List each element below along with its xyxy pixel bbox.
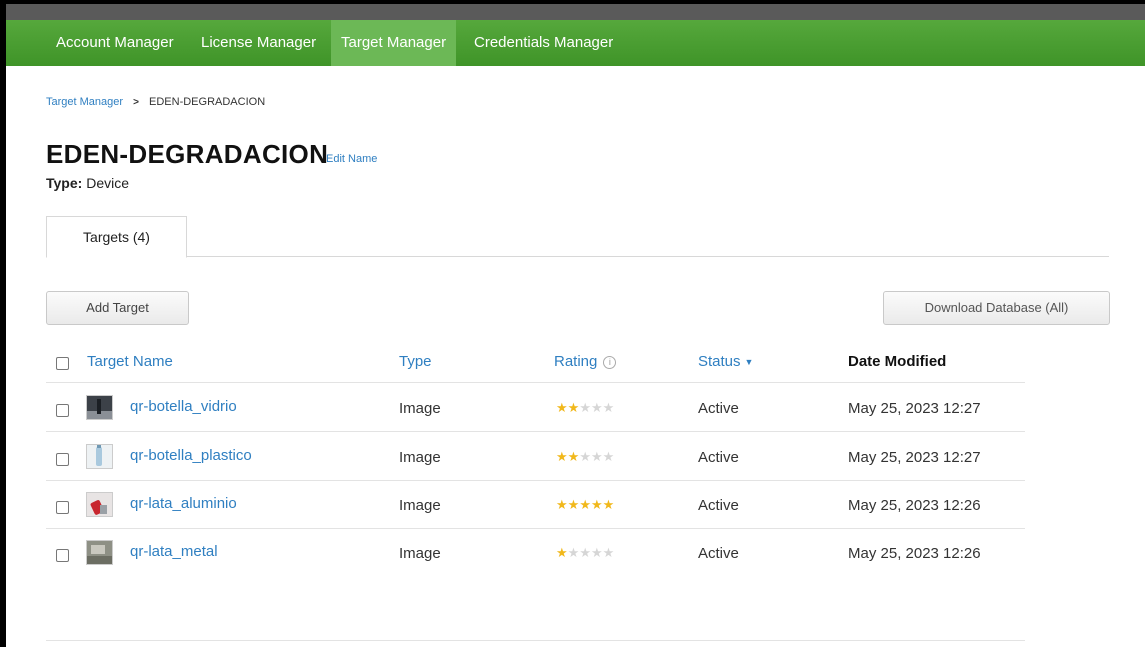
- status-text: Active: [698, 497, 739, 514]
- rating-stars: ★★★★★: [556, 545, 614, 561]
- thumbnail-plastic-bottle[interactable]: [86, 444, 113, 469]
- column-type[interactable]: Type: [399, 353, 432, 370]
- column-target-name[interactable]: Target Name: [87, 353, 173, 370]
- thumbnail-glass-bottle[interactable]: [86, 395, 113, 420]
- type-label: Type:: [46, 175, 83, 191]
- star-empty-icon: ★: [579, 400, 591, 415]
- page-title: EDEN-DEGRADACION: [46, 139, 329, 169]
- column-status-label: Status: [698, 353, 741, 370]
- star-filled-icon: ★: [579, 497, 591, 512]
- thumbnail-aluminum-can[interactable]: [86, 492, 113, 517]
- table-bottom-divider: [46, 640, 1025, 641]
- tab-targets[interactable]: Targets (4): [46, 216, 187, 258]
- type-value: Device: [86, 175, 129, 191]
- row-checkbox[interactable]: [56, 404, 69, 417]
- date-modified: May 25, 2023 12:26: [848, 497, 981, 514]
- date-modified: May 25, 2023 12:27: [848, 400, 981, 417]
- nav-credentials-manager[interactable]: Credentials Manager: [464, 20, 623, 66]
- star-empty-icon: ★: [567, 545, 580, 560]
- status-text: Active: [698, 449, 739, 466]
- add-target-button[interactable]: Add Target: [46, 291, 189, 325]
- edit-name-link[interactable]: Edit Name: [326, 153, 377, 165]
- rating-stars: ★★★★★: [556, 497, 614, 513]
- app-frame: Account Manager License Manager Target M…: [6, 4, 1145, 647]
- date-modified: May 25, 2023 12:27: [848, 449, 981, 466]
- main-nav: Account Manager License Manager Target M…: [6, 20, 1145, 66]
- breadcrumb-separator: >: [133, 97, 139, 108]
- star-filled-icon: ★: [567, 497, 580, 512]
- target-name-link[interactable]: qr-lata_aluminio: [130, 495, 237, 512]
- date-modified: May 25, 2023 12:26: [848, 545, 981, 562]
- thumbnail-metal-can[interactable]: [86, 540, 113, 565]
- breadcrumb-root-link[interactable]: Target Manager: [46, 96, 123, 108]
- target-name-link[interactable]: qr-botella_vidrio: [130, 398, 237, 415]
- star-empty-icon: ★: [602, 449, 615, 464]
- star-filled-icon: ★: [567, 400, 580, 415]
- download-database-button[interactable]: Download Database (All): [883, 291, 1110, 325]
- row-checkbox[interactable]: [56, 453, 69, 466]
- breadcrumb: Target Manager > EDEN-DEGRADACION: [46, 96, 265, 108]
- row-divider: [46, 480, 1025, 481]
- star-filled-icon: ★: [602, 497, 615, 512]
- star-filled-icon: ★: [590, 497, 603, 512]
- row-checkbox[interactable]: [56, 501, 69, 514]
- tab-divider: [46, 256, 1109, 257]
- status-text: Active: [698, 400, 739, 417]
- nav-license-manager[interactable]: License Manager: [191, 20, 326, 66]
- status-text: Active: [698, 545, 739, 562]
- target-name-link[interactable]: qr-botella_plastico: [130, 447, 252, 464]
- star-empty-icon: ★: [579, 545, 591, 560]
- column-status[interactable]: Status ▼: [698, 353, 753, 370]
- star-empty-icon: ★: [590, 545, 603, 560]
- star-filled-icon: ★: [567, 449, 580, 464]
- target-type: Image: [399, 545, 441, 562]
- rating-stars: ★★★★★: [556, 449, 614, 465]
- header-divider: [46, 382, 1025, 383]
- star-empty-icon: ★: [590, 449, 603, 464]
- nav-target-manager[interactable]: Target Manager: [331, 20, 457, 66]
- target-name-link[interactable]: qr-lata_metal: [130, 543, 218, 560]
- chevron-down-icon: ▼: [744, 357, 754, 368]
- column-date-modified: Date Modified: [848, 353, 947, 370]
- row-divider: [46, 528, 1025, 529]
- column-rating-label: Rating: [554, 353, 598, 370]
- star-filled-icon: ★: [556, 497, 568, 512]
- row-divider: [46, 431, 1025, 432]
- target-type: Image: [399, 400, 441, 417]
- top-strip: [6, 4, 1145, 20]
- row-checkbox[interactable]: [56, 549, 69, 562]
- target-type: Image: [399, 449, 441, 466]
- star-filled-icon: ★: [556, 400, 568, 415]
- rating-stars: ★★★★★: [556, 400, 614, 416]
- database-type: Type: Device: [46, 175, 129, 191]
- star-filled-icon: ★: [556, 449, 568, 464]
- breadcrumb-current: EDEN-DEGRADACION: [149, 96, 266, 108]
- star-empty-icon: ★: [590, 400, 603, 415]
- target-type: Image: [399, 497, 441, 514]
- select-all-checkbox[interactable]: [56, 357, 69, 370]
- info-icon[interactable]: i: [603, 355, 617, 369]
- nav-account-manager[interactable]: Account Manager: [46, 20, 184, 66]
- star-filled-icon: ★: [556, 545, 568, 560]
- star-empty-icon: ★: [579, 449, 591, 464]
- column-rating[interactable]: Rating i: [554, 353, 617, 370]
- star-empty-icon: ★: [602, 400, 615, 415]
- star-empty-icon: ★: [602, 545, 615, 560]
